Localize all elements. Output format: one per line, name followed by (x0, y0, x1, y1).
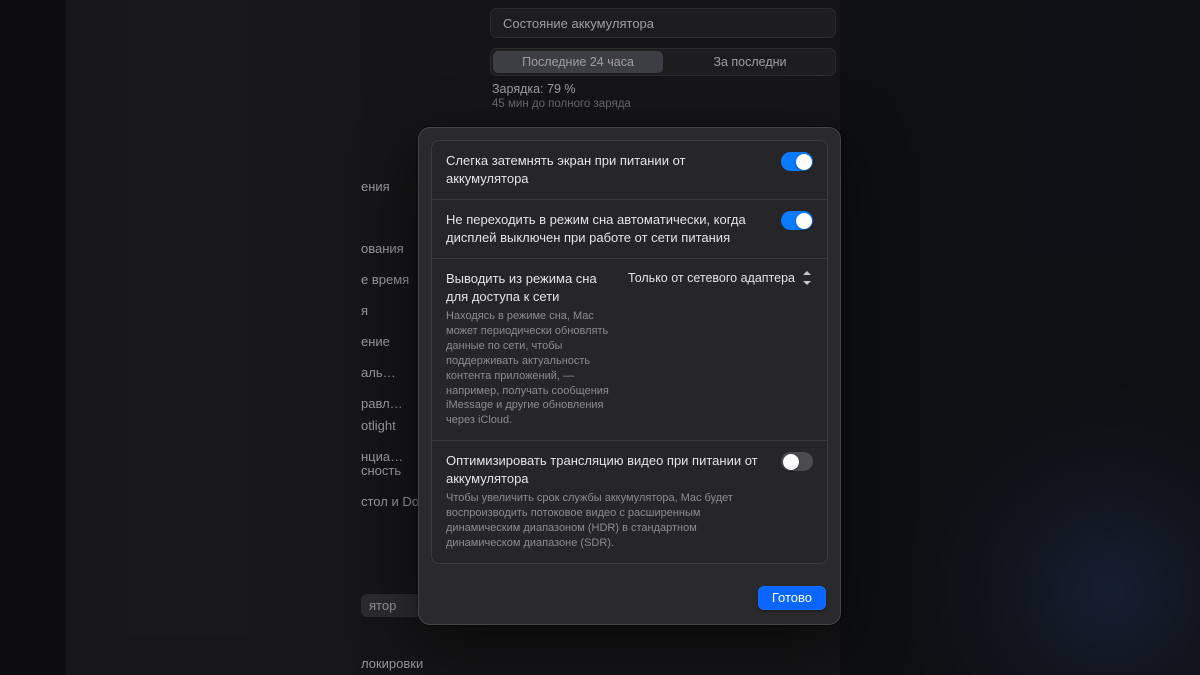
select-value: Только от сетевого адаптера (628, 271, 795, 285)
row-title: Слегка затемнять экран при питании от ак… (446, 152, 767, 187)
row-desc: Чтобы увеличить срок службы аккумулятора… (446, 491, 767, 550)
toggle-prevent-sleep[interactable] (781, 211, 813, 230)
row-prevent-sleep: Не переходить в режим сна автоматически,… (432, 199, 827, 258)
row-dim-display: Слегка затемнять экран при питании от ак… (432, 141, 827, 199)
done-button[interactable]: Готово (758, 586, 826, 610)
dialog-footer: Готово (419, 576, 840, 624)
energy-options-dialog: Слегка затемнять экран при питании от ак… (418, 127, 841, 625)
row-title: Оптимизировать трансляцию видео при пита… (446, 452, 767, 487)
toggle-dim-display[interactable] (781, 152, 813, 171)
row-desc: Находясь в режиме сна, Mac может периоди… (446, 309, 614, 428)
row-optimize-video: Оптимизировать трансляцию видео при пита… (432, 440, 827, 562)
row-title: Не переходить в режим сна автоматически,… (446, 211, 767, 246)
toggle-optimize-video[interactable] (781, 452, 813, 471)
row-title: Выводить из режима сна для доступа к сет… (446, 270, 614, 305)
options-panel: Слегка затемнять экран при питании от ак… (431, 140, 828, 564)
app-window: ения ования е время я ение аль… равл… ot… (0, 0, 1200, 675)
chevron-updown-icon (801, 270, 813, 286)
wake-network-select[interactable]: Только от сетевого адаптера (628, 270, 813, 286)
row-wake-for-network: Выводить из режима сна для доступа к сет… (432, 258, 827, 440)
